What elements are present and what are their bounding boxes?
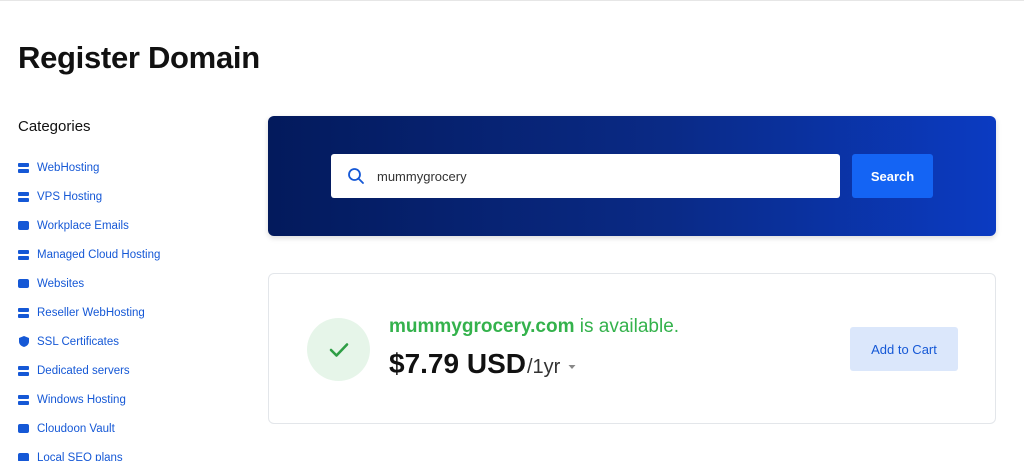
domain-result-card: mummygrocery.com is available. $7.79 USD…	[268, 273, 996, 424]
sidebar-item-label: Cloudoon Vault	[37, 422, 115, 435]
email-icon	[18, 220, 29, 231]
sidebar-item-managed-cloud-hosting[interactable]: Managed Cloud Hosting	[18, 240, 160, 269]
categories-list: WebHosting VPS Hosting Workplace Emails …	[18, 153, 160, 461]
categories-heading: Categories	[18, 118, 91, 135]
search-button[interactable]: Search	[852, 154, 933, 198]
sidebar-item-label: Managed Cloud Hosting	[37, 248, 161, 261]
sidebar-item-label: Dedicated servers	[37, 364, 130, 377]
search-icon	[348, 168, 364, 184]
sidebar-item-websites[interactable]: Websites	[18, 269, 160, 298]
sidebar-item-workplace-emails[interactable]: Workplace Emails	[18, 211, 160, 240]
server-icon	[18, 394, 29, 405]
sidebar-item-windows-hosting[interactable]: Windows Hosting	[18, 385, 160, 414]
sidebar-item-vps-hosting[interactable]: VPS Hosting	[18, 182, 160, 211]
sidebar-item-label: Workplace Emails	[37, 219, 129, 232]
server-icon	[18, 249, 29, 260]
sidebar-item-local-seo-plans[interactable]: Local SEO plans	[18, 443, 160, 461]
sidebar-item-label: Reseller WebHosting	[37, 306, 145, 319]
availability-status: is available.	[574, 316, 680, 337]
server-icon	[18, 191, 29, 202]
sidebar-item-label: Websites	[37, 277, 85, 290]
sidebar-item-webhosting[interactable]: WebHosting	[18, 153, 160, 182]
domain-name: mummygrocery.com	[389, 316, 575, 337]
search-box[interactable]	[331, 154, 840, 198]
add-to-cart-button[interactable]: Add to Cart	[850, 327, 958, 371]
caret-down-icon[interactable]	[568, 363, 576, 371]
domain-search-panel: Search	[268, 116, 996, 236]
domain-search-input[interactable]	[377, 168, 817, 184]
check-icon	[329, 342, 348, 357]
server-icon	[18, 307, 29, 318]
price-line[interactable]: $7.79 USD /1yr	[389, 348, 576, 380]
sidebar-item-reseller-webhosting[interactable]: Reseller WebHosting	[18, 298, 160, 327]
page-title: Register Domain	[18, 40, 260, 75]
sidebar-item-label: SSL Certificates	[37, 335, 120, 348]
sidebar-item-cloudoon-vault[interactable]: Cloudoon Vault	[18, 414, 160, 443]
server-icon	[18, 162, 29, 173]
seo-icon	[18, 452, 29, 461]
availability-line: mummygrocery.com is available.	[389, 316, 679, 338]
price-period: /1yr	[526, 356, 561, 378]
sidebar-item-label: VPS Hosting	[37, 190, 103, 203]
top-border	[0, 0, 1024, 1]
sidebar-item-label: WebHosting	[37, 161, 100, 174]
website-icon	[18, 278, 29, 289]
vault-icon	[18, 423, 29, 434]
available-check-badge	[307, 318, 370, 381]
shield-icon	[18, 336, 29, 347]
price-amount: $7.79 USD	[389, 348, 526, 379]
sidebar-item-label: Local SEO plans	[37, 451, 123, 461]
sidebar-item-label: Windows Hosting	[37, 393, 126, 406]
server-icon	[18, 365, 29, 376]
sidebar-item-ssl-certificates[interactable]: SSL Certificates	[18, 327, 160, 356]
sidebar-item-dedicated-servers[interactable]: Dedicated servers	[18, 356, 160, 385]
